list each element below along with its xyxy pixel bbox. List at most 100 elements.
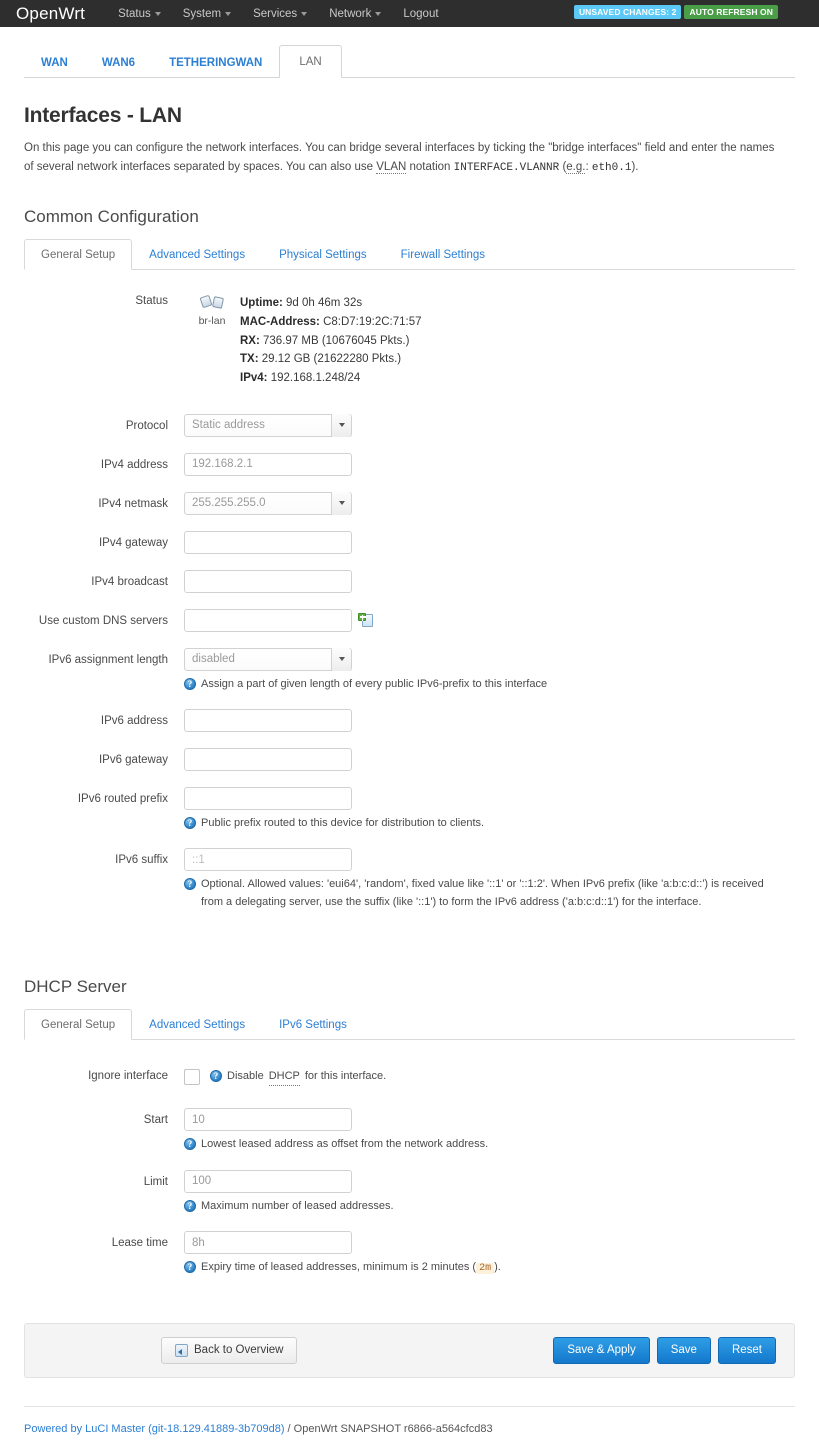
- dhcp-lease-time-help: ? Expiry time of leased addresses, minim…: [184, 1259, 769, 1277]
- chevron-down-icon: [225, 11, 232, 16]
- ethernet-icon: [199, 294, 225, 310]
- form-row-ipv4-broadcast: IPv4 broadcast: [24, 569, 795, 593]
- save-and-apply-button[interactable]: Save & Apply: [553, 1337, 650, 1364]
- tab-advanced-settings[interactable]: Advanced Settings: [132, 239, 262, 270]
- status-mac-value: C8:D7:19:2C:71:57: [319, 316, 422, 329]
- form-row-ipv4-address: IPv4 address: [24, 452, 795, 476]
- form-row-ipv6-routed-prefix: IPv6 routed prefix ? Public prefix route…: [24, 786, 795, 832]
- ipv6-routed-prefix-label: IPv6 routed prefix: [77, 792, 168, 805]
- dhcp-limit-label: Limit: [143, 1175, 168, 1188]
- chevron-down-icon: [331, 491, 351, 515]
- form-row-dhcp-lease-time: Lease time ? Expiry time of leased addre…: [24, 1231, 795, 1277]
- ipv4-address-input[interactable]: [184, 452, 352, 476]
- interface-tab-wan6[interactable]: WAN6: [85, 47, 152, 78]
- page-title: Interfaces - LAN: [24, 104, 182, 127]
- ipv4-netmask-select[interactable]: 255.255.255.0: [184, 491, 352, 515]
- form-row-ipv4-netmask: IPv4 netmask 255.255.255.0: [24, 491, 795, 515]
- help-icon: ?: [184, 1138, 196, 1151]
- ipv4-gateway-input[interactable]: [184, 530, 352, 554]
- reset-button[interactable]: Reset: [717, 1337, 776, 1364]
- interface-tab-lan[interactable]: LAN: [279, 45, 342, 78]
- nav-item-status[interactable]: Status: [107, 4, 172, 24]
- ipv6-address-input[interactable]: [184, 708, 352, 732]
- dhcp-limit-input[interactable]: [184, 1169, 352, 1193]
- common-config-form: Status br-lan Uptime: 9d 0h 46m 32s MAC-…: [24, 270, 795, 911]
- ipv6-suffix-input[interactable]: [184, 848, 352, 872]
- dhcp-lease-help-wrap: Expiry time of leased addresses, minimum…: [201, 1259, 501, 1277]
- unsaved-changes-badge[interactable]: UNSAVED CHANGES: 2: [573, 5, 682, 19]
- dhcp-start-input[interactable]: [184, 1108, 352, 1132]
- ignore-interface-checkbox[interactable]: [184, 1069, 200, 1086]
- tab-physical-settings[interactable]: Physical Settings: [262, 239, 384, 270]
- brand-logo[interactable]: OpenWrt: [16, 4, 85, 24]
- dhcp-lease-time-label: Lease time: [111, 1237, 168, 1250]
- dhcp-tab-ipv6-settings[interactable]: IPv6 Settings: [262, 1009, 364, 1040]
- ipv6-assignment-length-select[interactable]: disabled: [184, 647, 352, 671]
- dhcp-lease-time-input[interactable]: [184, 1231, 352, 1255]
- ipv6-routed-prefix-help-text: Public prefix routed to this device for …: [201, 816, 485, 829]
- form-row-custom-dns: Use custom DNS servers: [24, 608, 795, 632]
- protocol-select[interactable]: Static address: [184, 413, 352, 437]
- dhcp-abbr: DHCP: [268, 1068, 300, 1087]
- back-to-overview-button[interactable]: Back to Overview: [161, 1336, 298, 1364]
- nav-item-services[interactable]: Services: [242, 4, 318, 24]
- status-uptime: Uptime: 9d 0h 46m 32s: [240, 294, 422, 313]
- status-details: Uptime: 9d 0h 46m 32s MAC-Address: C8:D7…: [240, 292, 422, 387]
- form-row-status: Status br-lan Uptime: 9d 0h 46m 32s MAC-…: [24, 292, 795, 387]
- eth0-code: eth0.1: [591, 161, 632, 174]
- ipv6-suffix-help: ? Optional. Allowed values: 'eui64', 'ra…: [184, 876, 784, 911]
- ipv6-gateway-input[interactable]: [184, 747, 352, 771]
- ipv6-assignment-length-label: IPv6 assignment length: [48, 653, 168, 666]
- common-config-tabs: General Setup Advanced Settings Physical…: [24, 239, 795, 271]
- save-button[interactable]: Save: [656, 1337, 711, 1364]
- help-icon: ?: [184, 816, 196, 829]
- ipv6-assignment-length-help-text: Assign a part of given length of every p…: [201, 677, 548, 690]
- help-icon: ?: [184, 878, 196, 891]
- ignore-interface-help: ? Disable DHCP for this interface.: [210, 1068, 387, 1087]
- vlan-abbr: VLAN: [376, 160, 407, 174]
- status-label: Status: [135, 295, 168, 308]
- ipv6-routed-prefix-input[interactable]: [184, 786, 352, 810]
- help-icon: ?: [210, 1070, 222, 1083]
- add-dns-server-icon[interactable]: [358, 612, 373, 628]
- custom-dns-input[interactable]: [184, 608, 352, 632]
- page-description: On this page you can configure the netwo…: [24, 139, 784, 177]
- dhcp-tab-general-setup[interactable]: General Setup: [24, 1009, 133, 1041]
- protocol-label: Protocol: [125, 419, 168, 432]
- tab-general-setup[interactable]: General Setup: [24, 239, 133, 271]
- custom-dns-label: Use custom DNS servers: [38, 614, 168, 627]
- help-icon: ?: [184, 1199, 196, 1212]
- ipv6-suffix-help-text: Optional. Allowed values: 'eui64', 'rand…: [201, 878, 764, 908]
- nav-item-network[interactable]: Network: [318, 4, 392, 24]
- dhcp-tab-advanced-settings[interactable]: Advanced Settings: [132, 1009, 262, 1040]
- ipv6-suffix-label: IPv6 suffix: [115, 854, 168, 867]
- tab-firewall-settings[interactable]: Firewall Settings: [384, 239, 502, 270]
- chevron-down-icon: [375, 11, 382, 16]
- nav-label-system: System: [182, 7, 222, 20]
- dhcp-server-title: DHCP Server: [24, 977, 127, 997]
- status-rx-key: RX:: [240, 334, 260, 347]
- ipv4-broadcast-input[interactable]: [184, 569, 352, 593]
- ignore-help-post: for this interface.: [304, 1070, 387, 1083]
- status-ipv4-key: IPv4:: [240, 371, 268, 384]
- desc-text-5: ).: [631, 160, 639, 173]
- status-tx-key: TX:: [240, 353, 259, 366]
- nav-label-status: Status: [118, 7, 151, 20]
- eg-abbr: e.g.: [566, 160, 586, 174]
- chevron-down-icon: [154, 11, 161, 16]
- dhcp-server-tabs: General Setup Advanced Settings IPv6 Set…: [24, 1009, 795, 1041]
- ipv6-address-label: IPv6 address: [100, 714, 168, 727]
- nav-item-logout[interactable]: Logout: [392, 4, 449, 24]
- main-menu: Status System Services Network Logout: [107, 4, 449, 24]
- interface-tab-wan[interactable]: WAN: [24, 47, 85, 78]
- nav-label-network: Network: [329, 7, 372, 20]
- ignore-help-pre: Disable: [227, 1070, 264, 1083]
- interface-tab-tetheringwan[interactable]: TETHERINGWAN: [152, 47, 279, 78]
- nav-item-system[interactable]: System: [172, 4, 242, 24]
- dhcp-lease-minimum-code: 2m: [476, 1263, 495, 1275]
- auto-refresh-badge[interactable]: AUTO REFRESH ON: [684, 5, 778, 19]
- form-row-ipv6-assignment-length: IPv6 assignment length disabled ? Assign…: [24, 647, 795, 693]
- luci-version-link[interactable]: Powered by LuCI Master (git-18.129.41889…: [24, 1423, 285, 1435]
- status-uptime-value: 9d 0h 46m 32s: [282, 297, 363, 310]
- nav-label-services: Services: [253, 7, 298, 20]
